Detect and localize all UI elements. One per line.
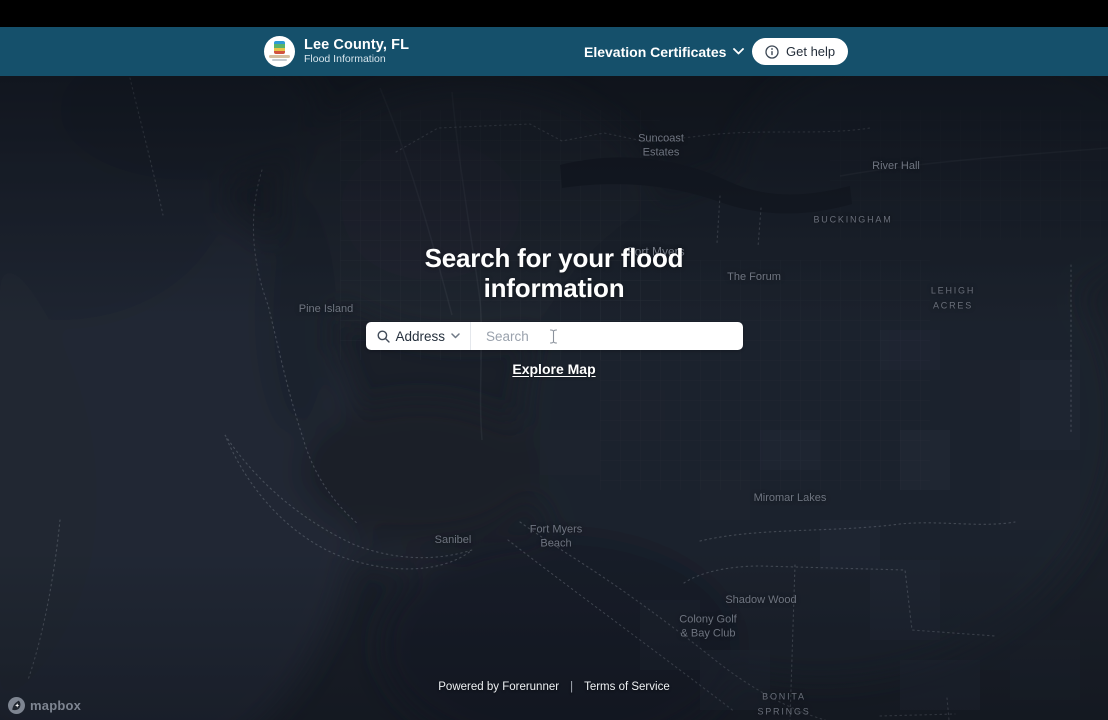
app: Suncoast Estates River Hall BUCKINGHAM F… [0,0,1108,720]
explore-map-link[interactable]: Explore Map [512,361,595,377]
search-icon [377,330,390,343]
get-help-label: Get help [786,44,836,59]
elevation-certificates-label: Elevation Certificates [584,43,727,60]
county-subtitle: Flood Information [304,53,386,65]
search-mode-dropdown[interactable]: Address [366,322,471,350]
mapbox-attribution[interactable]: mapbox [8,697,81,714]
footer-divider: | [570,681,574,693]
search-bar: Address [365,322,743,350]
text-cursor-icon [549,329,557,344]
page-title: Search for your flood information [424,243,684,303]
get-help-button[interactable]: Get help [752,38,849,65]
mapbox-logo-icon [8,697,25,714]
search-mode-label: Address [395,328,446,344]
powered-by-forerunner-link[interactable]: Powered by Forerunner [438,681,559,693]
info-icon [765,44,779,59]
lee-county-seal-icon [264,36,295,67]
elevation-certificates-dropdown[interactable]: Elevation Certificates [584,27,745,76]
search-input[interactable] [471,322,743,350]
mapbox-wordmark: mapbox [30,698,82,713]
terms-of-service-link[interactable]: Terms of Service [584,681,670,693]
app-header: Lee County, FL Flood Information Elevati… [0,27,1108,76]
hero-section: Search for your flood information Addres… [0,243,1108,377]
chevron-down-icon [451,333,460,339]
footer: Powered by Forerunner | Terms of Service [0,681,1108,693]
brand-text: Lee County, FL Flood Information [304,37,409,66]
county-title: Lee County, FL [304,37,410,53]
top-black-bar [0,0,1108,27]
brand: Lee County, FL Flood Information [264,27,409,76]
chevron-down-icon [733,48,745,55]
